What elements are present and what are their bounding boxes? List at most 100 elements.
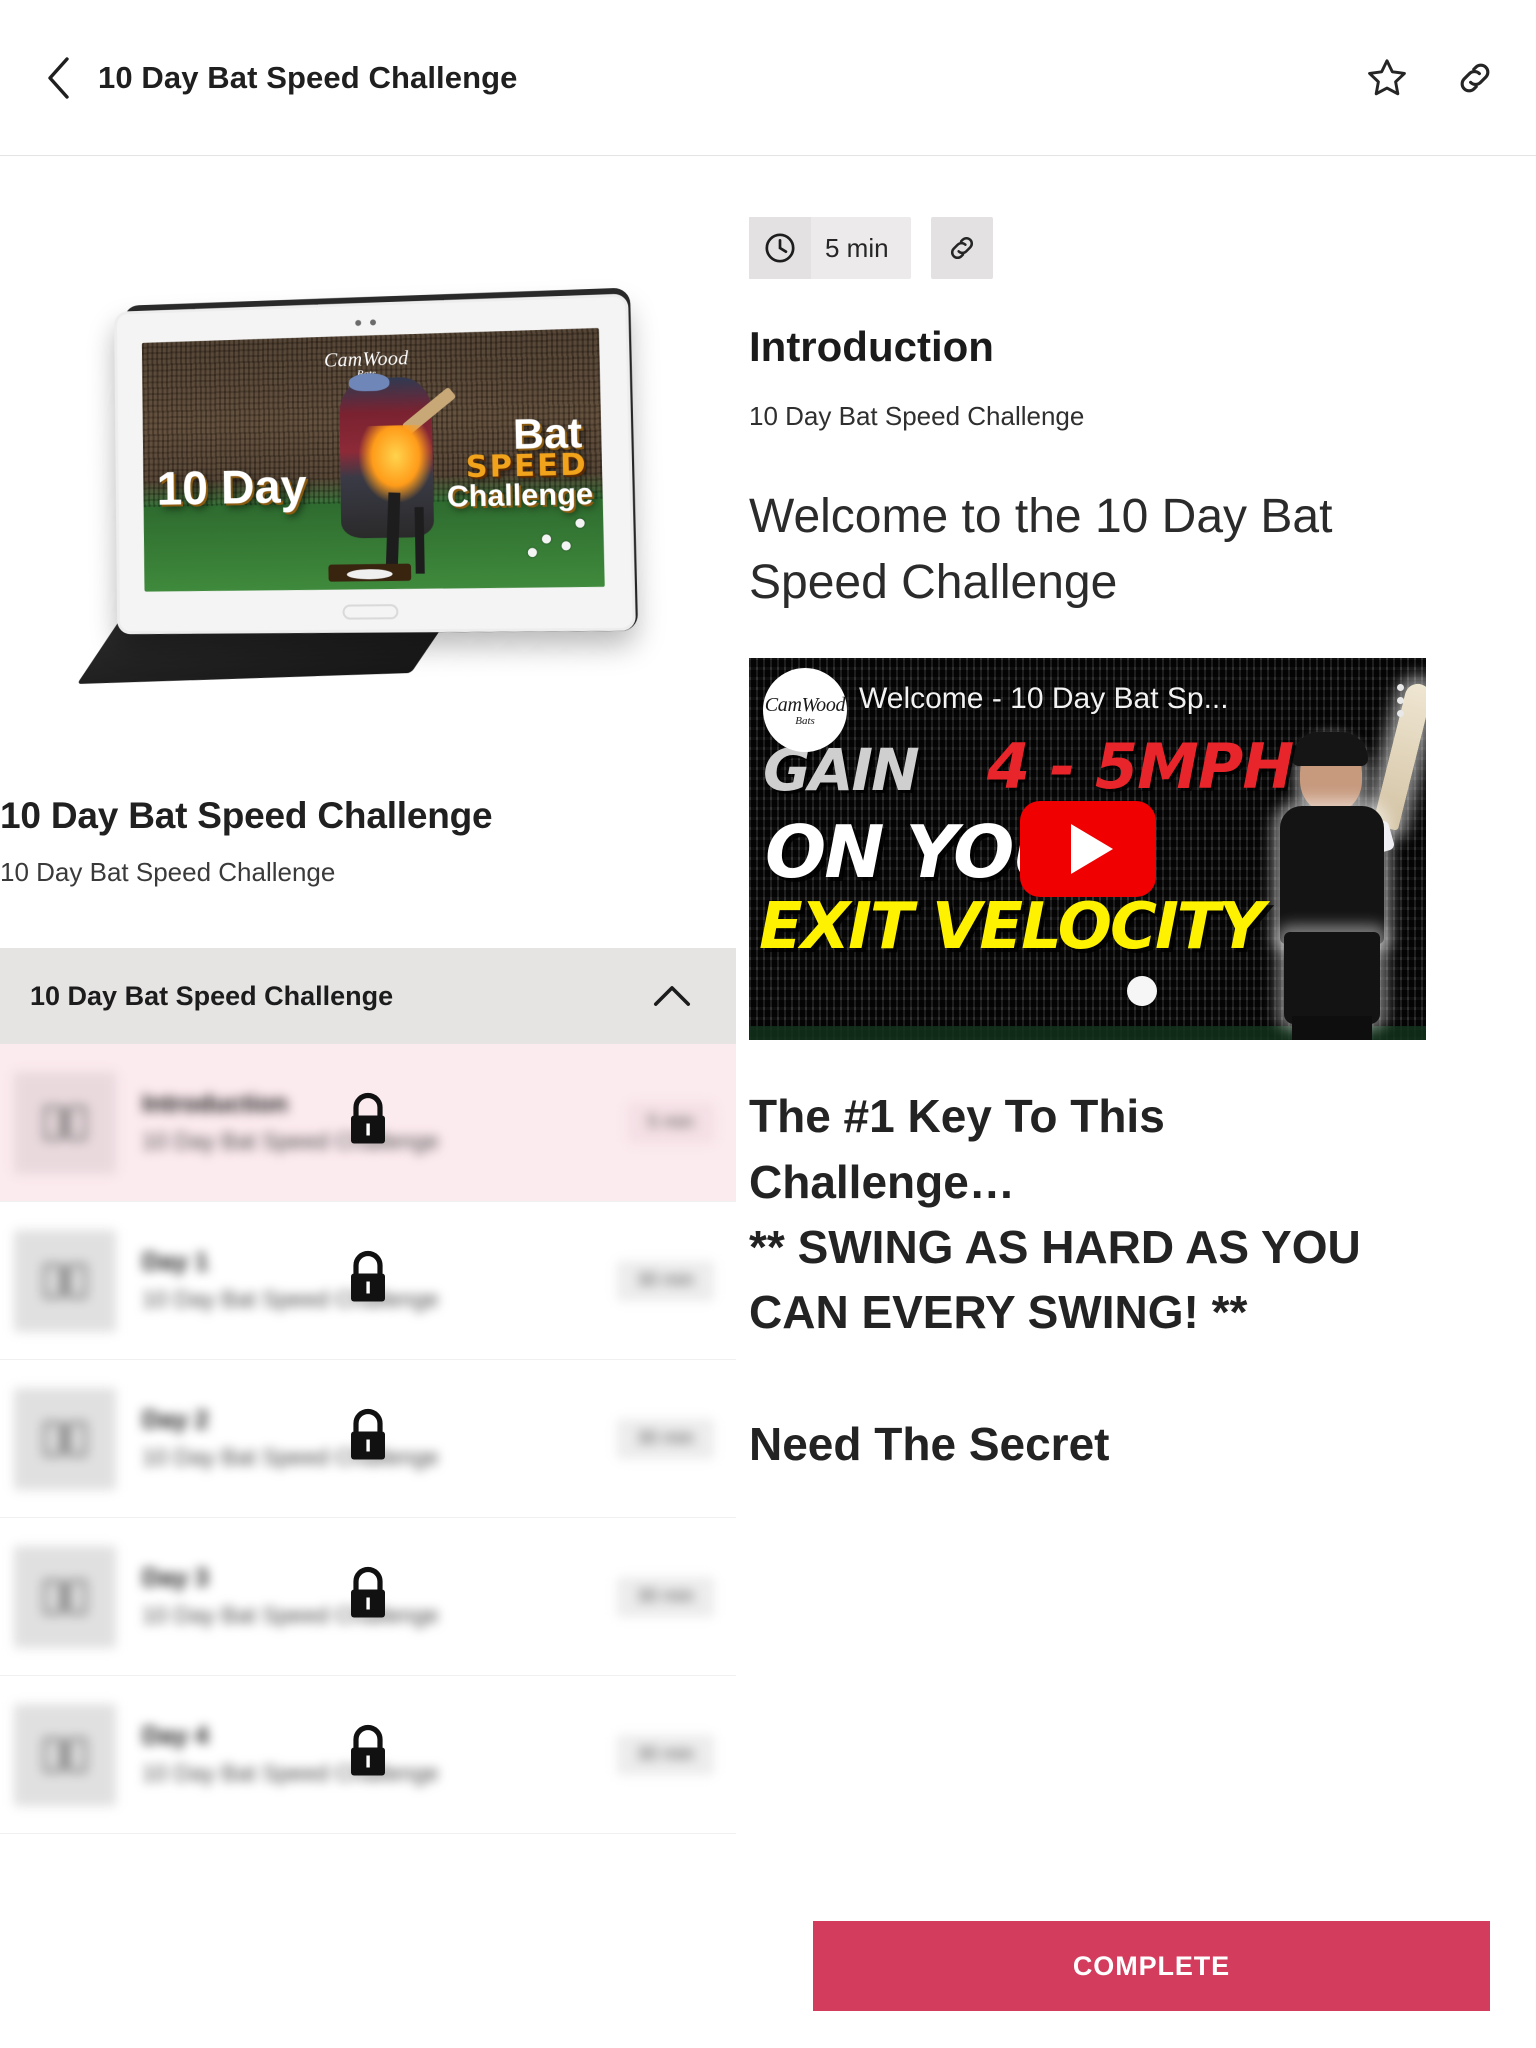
lesson-subtitle: 10 Day Bat Speed Challenge <box>142 1602 439 1628</box>
lesson-duration-badge: 30 min <box>616 1418 714 1459</box>
lesson-duration-badge: 5 min <box>627 1102 714 1143</box>
lesson-title: Day 3 <box>142 1564 209 1592</box>
tablet-screen: CamWood Bats <box>141 327 605 592</box>
baseball <box>561 541 571 551</box>
lesson-text: Introduction 10 Day Bat Speed Challenge <box>142 1090 628 1155</box>
link-icon <box>950 236 973 260</box>
lesson-title: Day 4 <box>142 1722 209 1750</box>
lesson-subtitle: 10 Day Bat Speed Challenge <box>142 1286 439 1312</box>
lesson-title: Day 2 <box>142 1406 209 1434</box>
video-overlay-mph: 4 - 5MPH <box>987 730 1294 804</box>
baseball <box>541 534 552 544</box>
channel-avatar-name: CamWood <box>764 693 846 716</box>
list-item[interactable]: Day 2 10 Day Bat Speed Challenge 30 min <box>0 1360 736 1518</box>
course-title: 10 Day Bat Speed Challenge <box>0 795 493 836</box>
list-item[interactable]: Introduction 10 Day Bat Speed Challenge … <box>0 1044 736 1202</box>
book-icon <box>43 1579 87 1614</box>
book-icon <box>43 1737 87 1772</box>
welcome-heading: Welcome to the 10 Day Bat Speed Challeng… <box>749 490 1333 610</box>
clock-icon <box>765 233 795 263</box>
top-bar-actions <box>1360 51 1502 105</box>
list-item-content: Introduction 10 Day Bat Speed Challenge … <box>14 1044 714 1201</box>
batter-helmet <box>348 372 390 392</box>
lesson-duration-badge: 30 min <box>616 1576 714 1617</box>
list-item[interactable]: Day 4 10 Day Bat Speed Challenge 30 min <box>0 1676 736 1834</box>
lesson-thumb <box>14 1229 116 1332</box>
course-sidebar: CamWood Bats <box>0 157 736 2048</box>
back-button[interactable] <box>26 46 90 110</box>
youtube-play-icon[interactable] <box>1019 801 1156 898</box>
course-hero-image: CamWood Bats <box>0 157 736 777</box>
batter-cap <box>1292 732 1368 767</box>
lesson-subtitle: 10 Day Bat Speed Challenge <box>142 1760 439 1786</box>
impact-flame <box>358 424 434 503</box>
duration-chip[interactable]: 5 min <box>749 217 911 279</box>
channel-avatar[interactable]: CamWood Bats <box>763 668 847 753</box>
list-item-content: Day 4 10 Day Bat Speed Challenge 30 min <box>14 1676 714 1833</box>
lesson-subtitle: 10 Day Bat Speed Challenge <box>142 1128 439 1154</box>
baseball <box>528 547 538 557</box>
lesson-detail-panel: 5 min Introduction 10 Day Bat Speed Chal… <box>736 157 1536 2048</box>
body-heading-1: The #1 Key To This Challenge… <box>749 1090 1165 1208</box>
lesson-list: Introduction 10 Day Bat Speed Challenge … <box>0 1044 736 1834</box>
play-triangle <box>1070 824 1113 875</box>
lesson-title: Introduction <box>142 1090 288 1118</box>
tablet-mockup: CamWood Bats <box>76 287 639 685</box>
chevron-left-icon <box>48 56 69 99</box>
book-icon <box>43 1263 87 1298</box>
tablet-body: CamWood Bats <box>114 293 636 635</box>
lesson-page: 10 Day Bat Speed Challenge CamWood 10 Da… <box>0 0 1536 2048</box>
lesson-share-button[interactable] <box>930 217 993 279</box>
book-icon <box>43 1105 87 1140</box>
baseball <box>574 518 585 528</box>
video-overlay-exitvelocity: EXIT VELOCITY <box>759 890 1265 965</box>
lesson-heading: Introduction <box>749 323 994 370</box>
course-subtitle: 10 Day Bat Speed Challenge <box>0 857 336 887</box>
hero-text-10-day: 10 Day <box>156 460 308 516</box>
lesson-thumb <box>14 1545 116 1648</box>
hero-text-challenge: Challenge <box>446 477 594 515</box>
link-icon <box>1460 63 1490 92</box>
list-item-content: Day 1 10 Day Bat Speed Challenge 30 min <box>14 1202 714 1359</box>
lesson-text: Day 3 10 Day Bat Speed Challenge <box>142 1564 617 1629</box>
clock-icon-wrap <box>749 217 811 279</box>
list-item-content: Day 3 10 Day Bat Speed Challenge 30 min <box>14 1518 714 1675</box>
duration-text: 5 min <box>825 232 889 263</box>
complete-button[interactable]: COMPLETE <box>813 1921 1490 2011</box>
tablet-camera <box>355 319 377 326</box>
lesson-duration-badge: 30 min <box>616 1260 714 1301</box>
youtube-video-embed[interactable]: GAIN 4 - 5MPH ON YOUR EXIT VELOCITY CamW… <box>749 658 1426 1041</box>
video-title[interactable]: Welcome - 10 Day Bat Sp... <box>859 682 1229 716</box>
star-outline-icon <box>1368 58 1406 95</box>
kebab-menu-icon[interactable] <box>1397 684 1404 718</box>
lesson-text: Day 2 10 Day Bat Speed Challenge <box>142 1406 617 1471</box>
batter-legs <box>1292 1016 1372 1041</box>
list-item[interactable]: Day 1 10 Day Bat Speed Challenge 30 min <box>0 1202 736 1360</box>
page-title: 10 Day Bat Speed Challenge <box>98 59 518 95</box>
content-area: CamWood Bats <box>0 157 1536 2048</box>
lesson-duration-badge: 30 min <box>616 1734 714 1775</box>
chevron-up-icon <box>653 986 691 1006</box>
lesson-thumb <box>14 1703 116 1806</box>
body-heading-3: Need The Secret <box>749 1417 1110 1470</box>
lesson-subtitle: 10 Day Bat Speed Challenge <box>142 1444 439 1470</box>
section-header[interactable]: 10 Day Bat Speed Challenge <box>0 948 736 1044</box>
tablet-home-button <box>342 604 399 620</box>
list-item[interactable]: Day 3 10 Day Bat Speed Challenge 30 min <box>0 1518 736 1676</box>
copy-link-button[interactable] <box>1448 51 1502 105</box>
favorite-button[interactable] <box>1360 51 1414 105</box>
tee-post <box>386 491 401 574</box>
lesson-title: Day 1 <box>142 1248 209 1276</box>
list-item-content: Day 2 10 Day Bat Speed Challenge 30 min <box>14 1360 714 1517</box>
channel-avatar-sub: Bats <box>795 714 815 727</box>
tee-post-2 <box>414 506 426 574</box>
lesson-thumb <box>14 1071 116 1174</box>
section-collapse-toggle[interactable] <box>652 983 692 1009</box>
book-icon <box>43 1421 87 1456</box>
section-header-title: 10 Day Bat Speed Challenge <box>30 980 394 1011</box>
top-app-bar: 10 Day Bat Speed Challenge <box>0 0 1536 156</box>
body-heading-2: ** SWING AS HARD AS YOU CAN EVERY SWING!… <box>749 1221 1361 1339</box>
batter-torso <box>1280 806 1384 945</box>
lesson-thumb <box>14 1387 116 1490</box>
lesson-course-name: 10 Day Bat Speed Challenge <box>749 401 1085 431</box>
